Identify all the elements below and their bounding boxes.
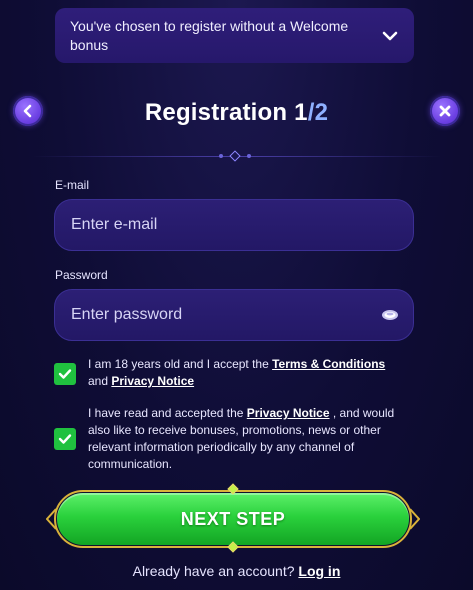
divider-dot-right xyxy=(247,154,251,158)
marketing-consent-checkbox[interactable] xyxy=(54,428,76,450)
marketing-consent-prefix: I have read and accepted the xyxy=(88,406,247,420)
privacy-link-age[interactable]: Privacy Notice xyxy=(111,374,194,388)
divider-gem xyxy=(229,150,241,162)
checkmark-icon xyxy=(58,369,72,379)
marketing-consent-text: I have read and accepted the Privacy Not… xyxy=(88,405,416,473)
marketing-consent-row: I have read and accepted the Privacy Not… xyxy=(54,405,414,473)
close-button[interactable] xyxy=(430,96,460,126)
frame-wing-right xyxy=(410,508,420,530)
step-separator: / xyxy=(307,99,315,126)
step-total: 2 xyxy=(314,99,329,126)
email-field[interactable] xyxy=(71,216,397,234)
close-icon xyxy=(439,105,451,117)
age-consent-row: I am 18 years old and I accept the Terms… xyxy=(54,356,414,392)
login-prompt-row: Already have an account? Log in xyxy=(0,563,473,579)
age-consent-middle: and xyxy=(88,374,112,388)
age-consent-checkbox[interactable] xyxy=(54,363,76,385)
password-field-container[interactable] xyxy=(54,289,414,341)
chevron-down-icon[interactable] xyxy=(382,30,398,42)
login-prompt: Already have an account? xyxy=(132,563,295,579)
next-step-container: NEXT STEP xyxy=(46,483,420,553)
password-label: Password xyxy=(55,268,108,282)
page-title: Registration 1/2 xyxy=(0,99,473,127)
email-label: E-mail xyxy=(55,178,90,192)
eye-icon[interactable] xyxy=(381,309,399,321)
title-text: Registration 1 xyxy=(144,99,308,126)
checkmark-icon xyxy=(58,434,72,444)
bonus-selector[interactable]: You've chosen to register without a Welc… xyxy=(55,8,414,63)
terms-link[interactable]: Terms & Conditions xyxy=(272,357,385,371)
registration-header: Registration 1/2 xyxy=(0,96,473,136)
email-field-container[interactable] xyxy=(54,199,414,251)
next-step-button[interactable]: NEXT STEP xyxy=(57,493,409,545)
divider-dot-left xyxy=(219,154,223,158)
age-consent-text: I am 18 years old and I accept the Terms… xyxy=(88,356,416,390)
privacy-link-marketing[interactable]: Privacy Notice xyxy=(247,406,330,420)
login-link[interactable]: Log in xyxy=(298,563,340,579)
age-consent-prefix: I am 18 years old and I accept the xyxy=(88,357,273,371)
password-field[interactable] xyxy=(71,306,397,324)
bonus-text: You've chosen to register without a Welc… xyxy=(70,17,349,53)
